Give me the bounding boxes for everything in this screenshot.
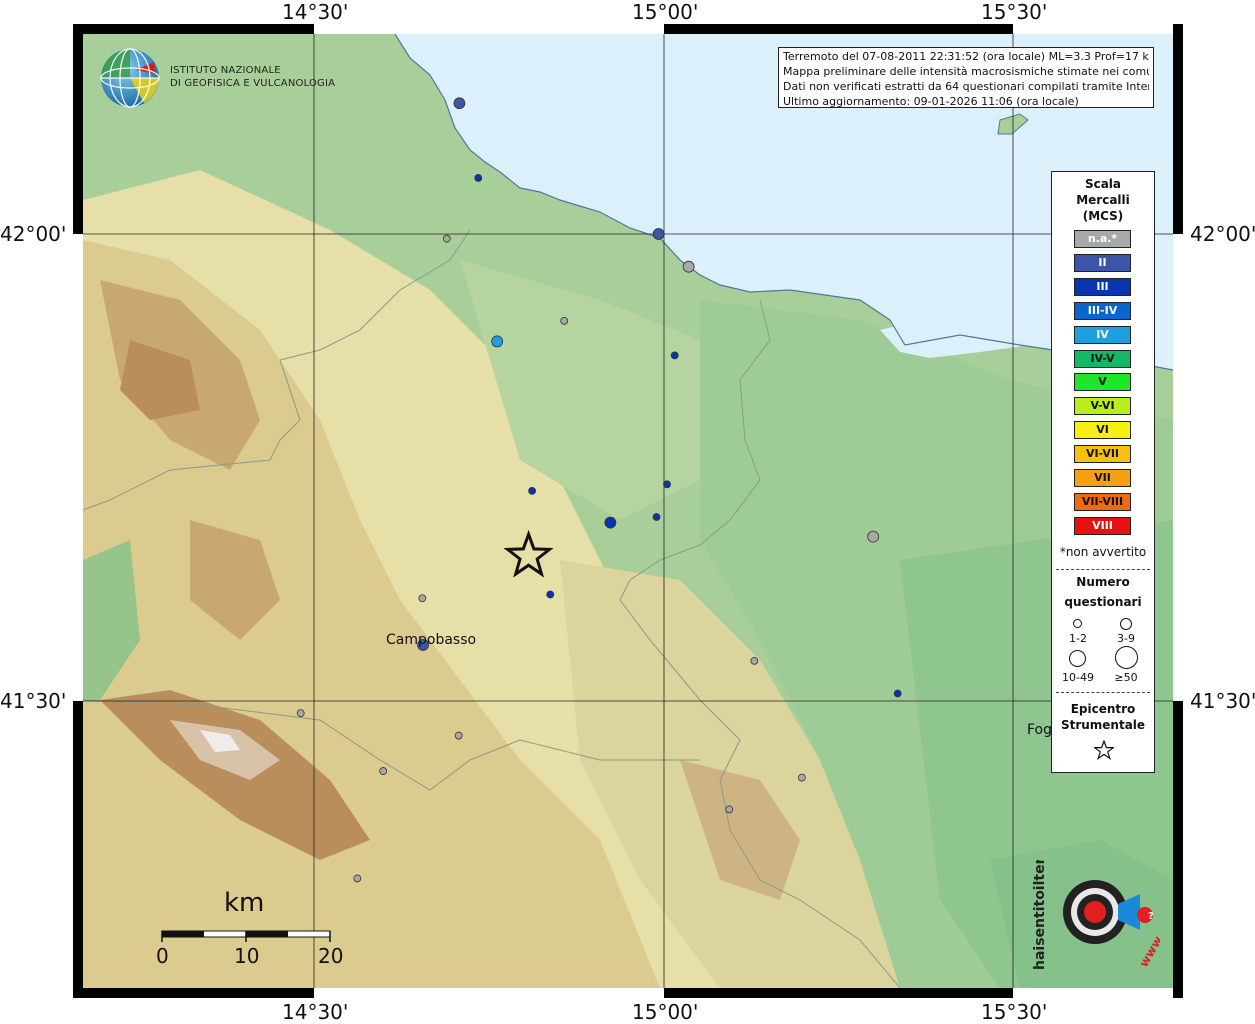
legend-epicenter-line1: Epicentro	[1070, 702, 1136, 716]
hst-logo-prefix: www.	[1136, 930, 1160, 969]
observation-point-7	[670, 351, 679, 360]
legend-separator-2	[1056, 692, 1150, 693]
legend-count-title: Numero questionari	[1052, 574, 1154, 610]
scale-bar-label-0: 0	[156, 944, 169, 968]
ingv-logo-line2: DI GEOFISICA E VULCANOLOGIA	[170, 78, 336, 89]
count-circle-1-2	[1073, 619, 1082, 628]
observation-point-19	[454, 731, 463, 740]
legend-swatch-ivv: IV-V	[1074, 349, 1131, 368]
top-tick-1500: 15°00'	[632, 0, 699, 24]
observation-point-18	[296, 709, 305, 718]
count-label-10-49: 10-49	[1062, 671, 1094, 684]
legend-swatch-iii: III	[1074, 277, 1131, 296]
legend-swatch-vii: VII	[1074, 469, 1131, 487]
observation-point-10	[652, 513, 661, 521]
bottom-tick-1430: 14°30'	[282, 1000, 349, 1024]
observation-point-12	[867, 530, 880, 543]
observation-point-3	[652, 228, 665, 240]
svg-text:?: ?	[1148, 911, 1154, 922]
observation-point-14	[418, 594, 427, 603]
count-label-50: ≥50	[1114, 671, 1138, 684]
observation-point-13	[546, 590, 555, 599]
legend-swatch-iv: IV	[1074, 325, 1131, 344]
event-info-line3: Dati non verificati estratti da 64 quest…	[783, 80, 1149, 93]
observation-point-5	[560, 316, 569, 325]
observation-point-0	[453, 97, 466, 110]
event-info-box: Terremoto del 07-08-2011 22:31:52 (ora l…	[778, 47, 1154, 108]
legend-swatch-vi: VI	[1074, 421, 1131, 440]
observation-point-2	[442, 234, 451, 243]
place-label-campobasso: Campobasso	[386, 632, 477, 648]
observation-point-4	[682, 260, 695, 273]
observation-point-16	[750, 656, 759, 665]
legend-count-title-line2: questionari	[1064, 595, 1142, 609]
count-circle-50	[1115, 646, 1138, 669]
legend-title-line3: (MCS)	[1082, 209, 1124, 223]
top-tick-1430: 14°30'	[282, 0, 349, 24]
event-info-line1: Terremoto del 07-08-2011 22:31:52 (ora l…	[783, 50, 1149, 63]
observation-point-8	[528, 486, 536, 495]
intensity-legend: Scala Mercalli (MCS) n.a.* II III III-IV IV I…	[1051, 171, 1155, 773]
left-tick-4130: 41°30'	[0, 689, 67, 713]
legend-epicenter-line2: Strumentale	[1060, 718, 1146, 732]
legend-swatch-viiviii: VII-VIII	[1074, 492, 1131, 511]
legend-swatch-v: V	[1074, 373, 1131, 392]
legend-swatch-ii: II	[1074, 253, 1131, 272]
scale-bar-unit: km	[224, 888, 265, 918]
scale-bar-label-10: 10	[234, 944, 260, 968]
observation-point-23	[353, 874, 362, 883]
observation-point-1	[474, 174, 483, 182]
legend-title: Scala Mercalli (MCS)	[1052, 176, 1154, 224]
place-label-foggia: Fog	[1027, 722, 1053, 738]
legend-swatch-vvi: V-VI	[1074, 397, 1131, 416]
legend-separator	[1056, 569, 1150, 570]
legend-note: *non avvertito	[1059, 545, 1147, 559]
ingv-logo-text: ISTITUTO NAZIONALE DI GEOFISICA E VULCAN…	[170, 64, 335, 90]
legend-swatch-na: n.a.*	[1074, 230, 1131, 248]
count-circle-10-49	[1069, 650, 1086, 667]
observation-point-21	[798, 773, 806, 782]
event-info-line2: Mappa preliminare delle intensità macros…	[783, 65, 1149, 78]
bottom-tick-1500: 15°00'	[632, 1000, 699, 1024]
observation-point-17	[893, 689, 902, 698]
legend-count-title-line1: Numero	[1076, 575, 1130, 589]
observation-point-11	[604, 516, 617, 529]
observation-point-22	[725, 805, 734, 814]
legend-swatch-viii: VIII	[1074, 516, 1131, 535]
ingv-logo-line1: ISTITUTO NAZIONALE	[170, 65, 281, 76]
bottom-tick-1530: 15°30'	[981, 1000, 1048, 1024]
hst-logo-text: haisentitoilterremoto.it	[1032, 860, 1048, 970]
legend-swatch-vivii: VI-VII	[1074, 445, 1131, 464]
legend-title-line1: Scala	[1084, 177, 1122, 191]
haisentito-logo-icon: ? haisentitoilterremoto.it www.	[1032, 860, 1160, 970]
scale-bar-label-20: 20	[318, 944, 344, 968]
count-label-1-2: 1-2	[1069, 632, 1087, 645]
top-tick-1530: 15°30'	[981, 0, 1048, 24]
count-label-3-9: 3-9	[1117, 632, 1135, 645]
observation-point-6	[491, 335, 504, 348]
right-tick-4200: 42°00'	[1190, 222, 1255, 246]
legend-title-line2: Mercalli	[1076, 193, 1130, 207]
right-tick-4130: 41°30'	[1190, 689, 1255, 713]
event-info-line4: Ultimo aggiornamento: 09-01-2026 11:06 (…	[783, 95, 1079, 108]
count-circle-3-9	[1120, 618, 1132, 630]
legend-epicenter-title: Epicentro Strumentale	[1052, 701, 1154, 733]
legend-star-icon	[1094, 740, 1114, 760]
legend-swatch-iiiiv: III-IV	[1074, 301, 1131, 320]
ingv-logo-icon	[100, 48, 160, 108]
observation-point-20	[379, 767, 388, 775]
left-tick-4200: 42°00'	[0, 222, 67, 246]
observation-point-9	[663, 480, 671, 489]
